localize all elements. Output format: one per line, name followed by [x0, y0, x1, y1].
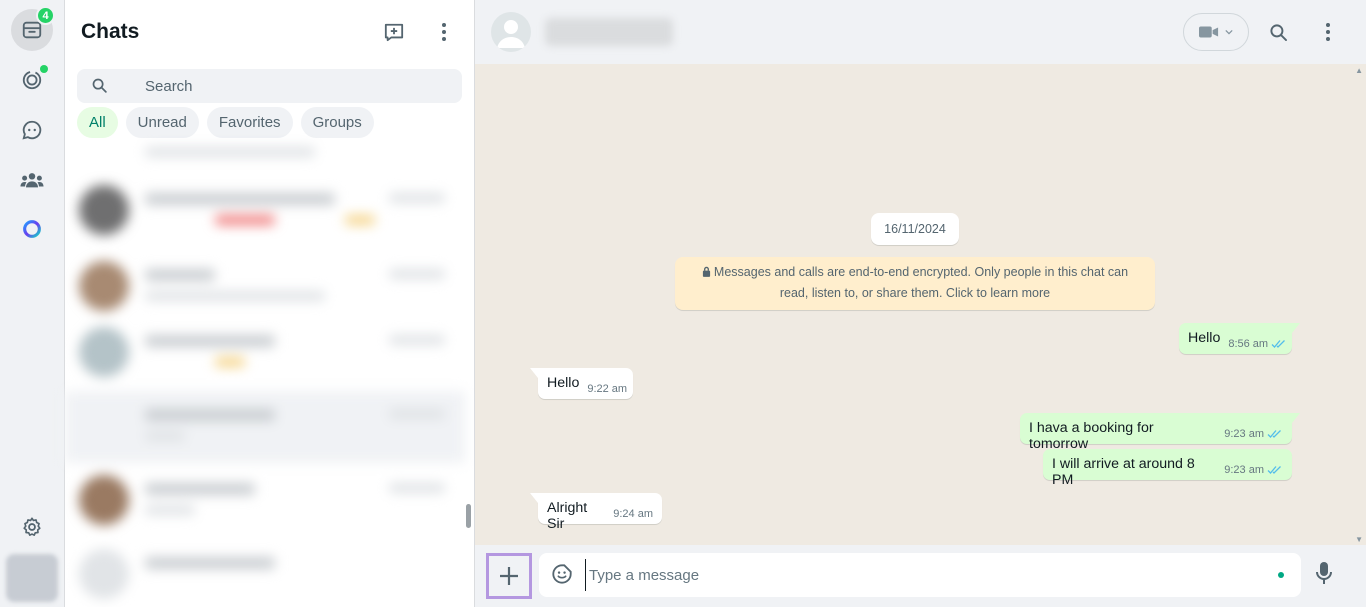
communities-icon [20, 173, 44, 188]
conversation-pane: 16/11/2024 Messages and calls are end-to… [475, 0, 1366, 607]
page-title: Chats [81, 20, 140, 43]
new-chat-button[interactable] [377, 15, 411, 49]
list-item[interactable] [65, 175, 465, 247]
message-text: Hello [1188, 330, 1221, 346]
bubble-tail [530, 493, 538, 503]
message-input[interactable] [585, 559, 1265, 591]
status-dot [40, 65, 48, 73]
conversation-header [475, 0, 1366, 64]
voice-message-button[interactable] [1315, 561, 1333, 590]
profile-avatar[interactable] [6, 554, 58, 602]
scroll-thumb[interactable] [466, 504, 471, 528]
status-dot [1278, 572, 1284, 578]
message-composer [475, 545, 1366, 607]
more-vertical-icon [442, 23, 446, 41]
nav-rail: 4 [0, 0, 65, 607]
search-messages-button[interactable] [1261, 15, 1295, 49]
message-text: Hello [547, 375, 580, 391]
filter-all[interactable]: All [77, 107, 118, 138]
list-item[interactable] [65, 317, 465, 389]
bubble-tail [1292, 323, 1300, 333]
chat-filters: All Unread Favorites Groups [77, 107, 374, 138]
list-item[interactable] [65, 391, 465, 463]
new-chat-icon [384, 23, 404, 42]
microphone-icon [1316, 562, 1332, 584]
filter-favorites[interactable]: Favorites [206, 107, 293, 138]
emoji-sticker-button[interactable] [551, 563, 573, 590]
chevron-down-icon [1225, 29, 1233, 35]
default-avatar-icon [497, 20, 525, 48]
contact-name[interactable] [545, 18, 673, 46]
conversation-menu-button[interactable] [1311, 15, 1345, 49]
more-vertical-icon [1326, 23, 1330, 41]
read-ticks-icon [1271, 340, 1286, 348]
filter-unread[interactable]: Unread [125, 107, 199, 138]
nav-communities-button[interactable] [11, 159, 53, 201]
nav-channels-button[interactable] [11, 109, 53, 151]
message-text: Alright Sir [547, 500, 588, 532]
nav-meta-ai-button[interactable] [11, 208, 53, 250]
message-text: I hava a booking for tomorrow [1029, 420, 1154, 452]
nav-settings-button[interactable] [11, 506, 53, 548]
message-time: 9:24 am [613, 508, 653, 520]
menu-button[interactable] [427, 15, 461, 49]
date-separator: 16/11/2024 [871, 213, 959, 245]
message-text: I will arrive at around 8 PM [1052, 456, 1195, 488]
message-time: 9:22 am [587, 383, 628, 395]
attach-button[interactable] [486, 553, 532, 599]
search-icon [92, 78, 107, 93]
settings-icon [23, 517, 41, 536]
search-input[interactable] [145, 69, 445, 103]
message-bubble-out[interactable]: Hello 8:56 am [1179, 323, 1300, 354]
read-ticks-icon [1267, 430, 1281, 438]
search-icon [1269, 23, 1287, 41]
whatsapp-web-app: 4 Chats All [0, 0, 1366, 607]
encryption-notice[interactable]: Messages and calls are end-to-end encryp… [675, 257, 1155, 310]
filter-groups[interactable]: Groups [300, 107, 374, 138]
list-item[interactable] [65, 465, 465, 537]
plus-icon [500, 567, 518, 585]
list-item[interactable] [65, 251, 465, 323]
list-item[interactable] [65, 539, 465, 607]
status-icon [22, 70, 42, 90]
chat-list-panel: Chats All Unread Favorites Groups [65, 0, 475, 607]
scroll-down-arrow[interactable]: ▼ [1355, 535, 1363, 544]
lock-icon [702, 266, 711, 277]
encryption-text: Messages and calls are end-to-end encryp… [713, 265, 1129, 300]
channels-icon [22, 120, 42, 140]
unread-badge: 4 [36, 6, 55, 25]
meta-ai-icon [23, 220, 41, 238]
bubble-tail [530, 368, 538, 378]
message-list: 16/11/2024 Messages and calls are end-to… [475, 64, 1366, 545]
nav-chats-button[interactable]: 4 [11, 6, 55, 51]
message-time: 9:23 am [1224, 464, 1264, 476]
sticker-icon [552, 564, 572, 584]
nav-status-button[interactable] [11, 59, 53, 101]
message-time: 9:23 am [1224, 428, 1264, 440]
video-call-button[interactable] [1183, 13, 1249, 51]
message-bubble-out[interactable]: I will arrive at around 8 PM 9:23 am [1043, 449, 1292, 488]
message-bubble-out[interactable]: I hava a booking for tomorrow 9:23 am [1020, 413, 1300, 452]
search-bar [77, 69, 462, 103]
read-ticks-icon [1267, 466, 1281, 474]
message-time: 8:56 am [1228, 338, 1269, 350]
contact-avatar[interactable] [491, 12, 531, 52]
message-bubble-in[interactable]: Alright Sir 9:24 am [530, 493, 662, 532]
video-camera-icon [1199, 26, 1219, 38]
scroll-up-arrow[interactable]: ▲ [1355, 66, 1363, 75]
chat-list-scrollbar[interactable] [466, 148, 472, 603]
message-input-box [539, 553, 1301, 597]
message-bubble-in[interactable]: Hello 9:22 am [530, 368, 633, 399]
bubble-tail [1292, 413, 1300, 423]
chat-list [65, 145, 465, 607]
